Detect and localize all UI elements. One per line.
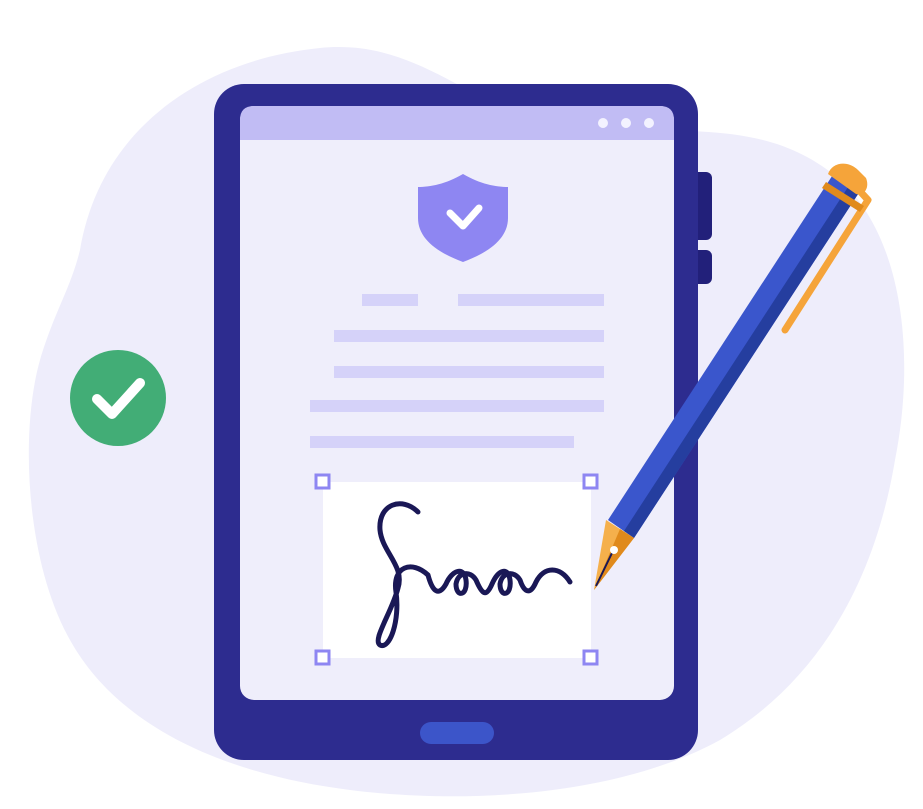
check-circle — [70, 350, 166, 446]
text-line — [310, 436, 574, 448]
resize-handle-bottom-left[interactable] — [314, 649, 331, 666]
text-line — [334, 330, 604, 342]
home-button — [420, 722, 494, 744]
window-dot — [644, 118, 654, 128]
resize-handle-bottom-right[interactable] — [582, 649, 599, 666]
window-dot — [621, 118, 631, 128]
text-line — [334, 366, 604, 378]
pen-nib-hole — [610, 546, 618, 554]
screen-header — [240, 106, 674, 140]
e-signature-illustration — [28, 47, 905, 797]
text-line — [310, 400, 604, 412]
text-line — [362, 294, 418, 306]
window-dot — [598, 118, 608, 128]
resize-handle-top-right[interactable] — [582, 473, 599, 490]
verified-check-icon — [70, 350, 166, 446]
window-dots — [598, 118, 654, 128]
text-line — [458, 294, 604, 306]
resize-handle-top-left[interactable] — [314, 473, 331, 490]
